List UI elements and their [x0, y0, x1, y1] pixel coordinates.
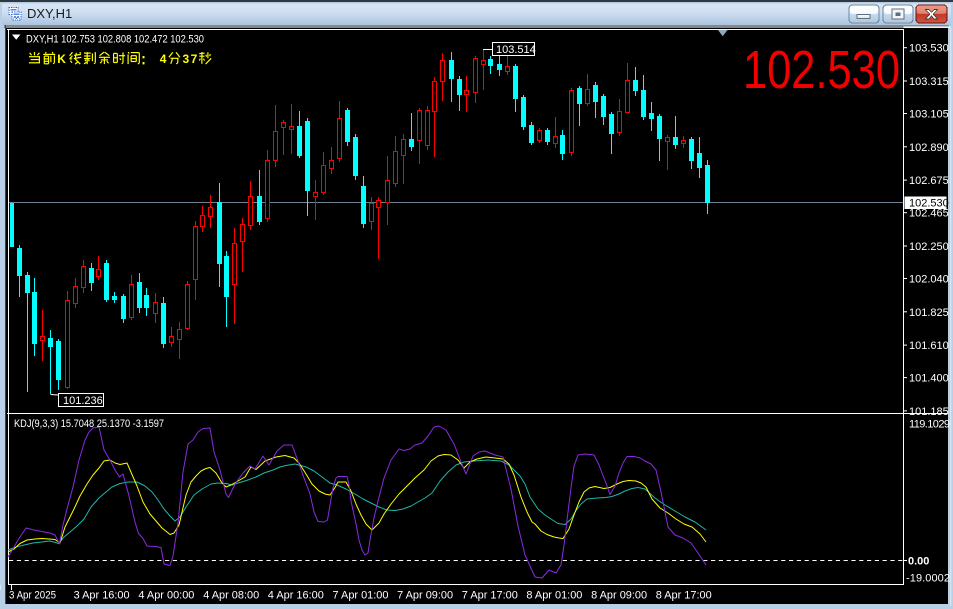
- svg-text:4 Apr 08:00: 4 Apr 08:00: [203, 590, 259, 602]
- svg-text:103.514: 103.514: [496, 44, 536, 56]
- svg-text:4 Apr 00:00: 4 Apr 00:00: [138, 590, 194, 602]
- svg-text:101.400: 101.400: [909, 373, 949, 385]
- svg-text:119.1029: 119.1029: [909, 419, 950, 431]
- svg-text:101.825: 101.825: [909, 307, 949, 319]
- svg-text:103.105: 103.105: [909, 109, 949, 121]
- svg-text:7 Apr 01:00: 7 Apr 01:00: [333, 590, 389, 602]
- svg-text:103.315: 103.315: [909, 76, 949, 88]
- svg-text:-19.0002: -19.0002: [906, 573, 950, 585]
- svg-text:102.465: 102.465: [909, 208, 949, 220]
- svg-text:K: K: [57, 52, 66, 66]
- svg-text:4 Apr 16:00: 4 Apr 16:00: [268, 590, 324, 602]
- svg-text:102.250: 102.250: [909, 241, 949, 253]
- svg-text:7 Apr 17:00: 7 Apr 17:00: [462, 590, 518, 602]
- svg-text:8 Apr 01:00: 8 Apr 01:00: [526, 590, 582, 602]
- svg-text:101.185: 101.185: [909, 406, 949, 418]
- svg-text:8 Apr 09:00: 8 Apr 09:00: [591, 590, 647, 602]
- svg-text:4: 4: [160, 52, 167, 66]
- svg-text:102.890: 102.890: [909, 142, 949, 154]
- svg-text:7 Apr 09:00: 7 Apr 09:00: [397, 590, 453, 602]
- svg-text:102.040: 102.040: [909, 274, 949, 286]
- svg-text:7: 7: [191, 52, 198, 66]
- svg-text:KDJ(9,3,3) 15.7048 25.1370 -3.: KDJ(9,3,3) 15.7048 25.1370 -3.1597: [14, 418, 164, 430]
- svg-text:3 Apr 2025: 3 Apr 2025: [9, 590, 56, 602]
- svg-text:103.530: 103.530: [909, 43, 949, 55]
- svg-text:0.00: 0.00: [908, 556, 929, 568]
- svg-text:101.610: 101.610: [909, 340, 949, 352]
- svg-text:3 Apr 16:00: 3 Apr 16:00: [74, 590, 130, 602]
- svg-text:3: 3: [183, 52, 190, 66]
- svg-text:102.530: 102.530: [743, 40, 900, 100]
- svg-text:101.236: 101.236: [63, 395, 103, 407]
- svg-text:DXY,H1 102.753 102.808 102.47: DXY,H1 102.753 102.808 102.472 102.530: [26, 34, 204, 46]
- svg-text:102.675: 102.675: [909, 175, 949, 187]
- svg-text:8 Apr 17:00: 8 Apr 17:00: [656, 590, 712, 602]
